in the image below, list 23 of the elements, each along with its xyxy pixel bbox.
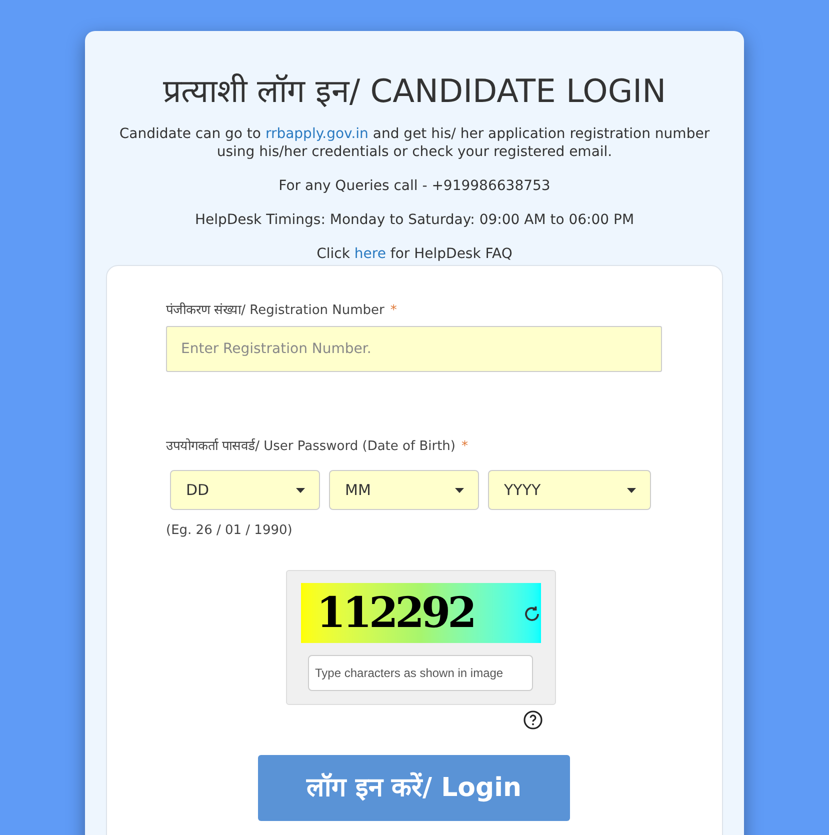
captcha-text: 112292 (316, 588, 474, 638)
rrbapply-link[interactable]: rrbapply.gov.in (265, 126, 368, 142)
date-select[interactable]: YYYY (488, 470, 651, 510)
password-label: उपयोगकर्ता पासवर्ड/ User Password (Date of Birth) (166, 438, 456, 456)
help-icon[interactable] (523, 710, 543, 730)
caret-icon (296, 488, 305, 492)
required-mark: * (461, 438, 468, 456)
captcha-field[interactable]: Type characters as shown in image (308, 655, 533, 691)
refresh-icon[interactable] (522, 605, 540, 623)
registration-field[interactable]: Enter Registration Number. (166, 326, 662, 372)
date-select[interactable]: DD (170, 470, 320, 510)
example-text: (Eg. 26 / 01 / 1990) (166, 522, 294, 540)
queries-text: For any Queries call - +919986638753 (278, 177, 550, 195)
page-title: प्रत्याशी लॉग इन/ CANDIDATE LOGIN (162, 71, 666, 112)
date-select[interactable]: MM (329, 470, 479, 510)
faq-link[interactable]: here (354, 246, 386, 262)
required-mark: * (390, 302, 397, 320)
timings-text: HelpDesk Timings: Monday to Saturday: 09:00 AM to 06:00 PM (194, 211, 634, 229)
intro-text: Candidate can go to rrbapply.gov.in and get his/ her application registration number using his/her credentials or check your registered email. (118, 125, 711, 161)
faq-text: Click here for HelpDesk FAQ (316, 245, 512, 263)
registration-label: पंजीकरण संख्या/ Registration Number (166, 302, 384, 320)
caret-icon (627, 488, 636, 492)
caret-icon (455, 488, 464, 492)
